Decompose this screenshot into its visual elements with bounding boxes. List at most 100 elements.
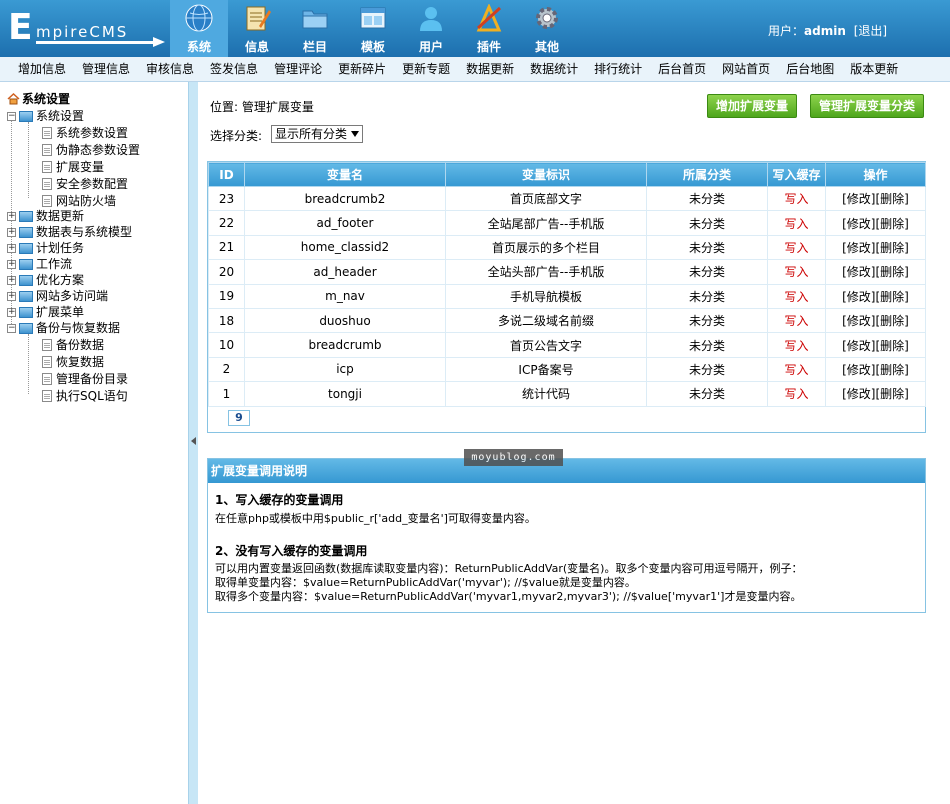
- delete-link[interactable]: [删除]: [876, 387, 909, 401]
- menu-version-update[interactable]: 版本更新: [841, 57, 905, 82]
- table-row: 22 ad_footer 全站尾部广告--手机版 未分类 写入 [修改][删除]: [208, 210, 926, 236]
- edit-link[interactable]: [修改]: [842, 192, 875, 206]
- menu-manage-comment[interactable]: 管理评论: [265, 57, 329, 82]
- menu-admin-map[interactable]: 后台地图: [777, 57, 841, 82]
- cell-name: ad_footer: [244, 210, 446, 236]
- topnav-user[interactable]: 用户: [402, 0, 460, 57]
- expand-icon[interactable]: +: [7, 307, 16, 317]
- delete-link[interactable]: [删除]: [876, 314, 909, 328]
- expand-icon[interactable]: +: [7, 275, 16, 285]
- cell-ops: [修改][删除]: [825, 307, 926, 334]
- delete-link[interactable]: [删除]: [876, 241, 909, 255]
- cell-name: duoshuo: [244, 307, 446, 334]
- edit-link[interactable]: [修改]: [842, 265, 875, 279]
- topnav-system[interactable]: 系统: [170, 0, 228, 57]
- tree-leaf-backup-data[interactable]: 备份数据: [42, 337, 104, 353]
- menu-admin-home[interactable]: 后台首页: [649, 57, 713, 82]
- tree-node-multi-access[interactable]: + 网站多访问端: [7, 288, 108, 304]
- topnav-column[interactable]: 栏目: [286, 0, 344, 57]
- tree-node-data-update[interactable]: + 数据更新: [7, 208, 84, 224]
- cell-cache: 写入: [767, 259, 826, 285]
- menu-check-info[interactable]: 审核信息: [137, 57, 201, 82]
- edit-link[interactable]: [修改]: [842, 217, 875, 231]
- tree-node-extend-menu[interactable]: + 扩展菜单: [7, 304, 84, 320]
- tree-node-tables-models[interactable]: + 数据表与系统模型: [7, 224, 132, 240]
- cell-class: 未分类: [646, 234, 768, 261]
- breadcrumb-link[interactable]: 管理扩展变量: [242, 100, 314, 114]
- col-header-name[interactable]: 变量名: [244, 162, 446, 187]
- delete-link[interactable]: [删除]: [876, 217, 909, 231]
- expand-icon[interactable]: +: [7, 291, 16, 301]
- delete-link[interactable]: [删除]: [876, 192, 909, 206]
- expand-icon[interactable]: +: [7, 227, 16, 237]
- col-header-ops: 操作: [825, 162, 926, 187]
- cell-id: 18: [208, 307, 245, 334]
- empirecms-logo[interactable]: E mpireCMS: [8, 8, 168, 50]
- tree-leaf-rewrite-params[interactable]: 伪静态参数设置: [42, 142, 140, 158]
- tree-node-backup-restore[interactable]: − 备份与恢复数据: [7, 320, 120, 336]
- menu-site-home[interactable]: 网站首页: [713, 57, 777, 82]
- cell-id: 2: [208, 356, 245, 383]
- logout-link[interactable]: [退出]: [854, 24, 887, 38]
- cell-title: 首页底部文字: [445, 185, 647, 212]
- expand-icon[interactable]: +: [7, 211, 16, 221]
- pager-page[interactable]: 9: [228, 410, 250, 426]
- tree-leaf-firewall[interactable]: 网站防火墙: [42, 193, 116, 209]
- collapse-icon[interactable]: −: [7, 111, 16, 121]
- tree-root-label: 系统设置: [22, 92, 71, 106]
- tree-leaf-execute-sql[interactable]: 执行SQL语句: [42, 388, 128, 404]
- delete-link[interactable]: [删除]: [876, 290, 909, 304]
- add-extend-var-button[interactable]: 增加扩展变量: [707, 94, 798, 118]
- tree-leaf-system-params[interactable]: 系统参数设置: [42, 125, 128, 141]
- menu-sign-info[interactable]: 签发信息: [201, 57, 265, 82]
- tree-node-system-settings[interactable]: − 系统设置: [7, 108, 84, 124]
- breadcrumb-prefix: 位置:: [210, 100, 242, 114]
- expand-icon[interactable]: +: [7, 243, 16, 253]
- chevron-down-icon: [351, 131, 359, 137]
- topnav-other[interactable]: 其他: [518, 0, 576, 57]
- table-row: 2 icp ICP备案号 未分类 写入 [修改][删除]: [208, 356, 926, 383]
- cell-class: 未分类: [646, 356, 768, 383]
- col-header-id[interactable]: ID: [208, 162, 245, 187]
- cell-ops: [修改][删除]: [825, 185, 926, 212]
- cell-cache: 写入: [767, 356, 826, 383]
- expand-icon[interactable]: +: [7, 259, 16, 269]
- class-select[interactable]: 显示所有分类: [271, 125, 363, 143]
- edit-link[interactable]: [修改]: [842, 241, 875, 255]
- edit-link[interactable]: [修改]: [842, 363, 875, 377]
- topnav-template[interactable]: 模板: [344, 0, 402, 57]
- delete-link[interactable]: [删除]: [876, 363, 909, 377]
- menu-update-fragment[interactable]: 更新碎片: [329, 57, 393, 82]
- tree-leaf-manage-backup-dir[interactable]: 管理备份目录: [42, 371, 128, 387]
- col-header-class[interactable]: 所属分类: [646, 162, 768, 187]
- tree-root[interactable]: 系统设置: [7, 91, 70, 107]
- menu-data-update[interactable]: 数据更新: [457, 57, 521, 82]
- menu-manage-info[interactable]: 管理信息: [73, 57, 137, 82]
- tree-leaf-label: 扩展变量: [56, 160, 105, 174]
- delete-link[interactable]: [删除]: [876, 265, 909, 279]
- menu-add-info[interactable]: 增加信息: [9, 57, 73, 82]
- manage-var-class-button[interactable]: 管理扩展变量分类: [810, 94, 925, 118]
- menu-update-special[interactable]: 更新专题: [393, 57, 457, 82]
- menu-data-stats[interactable]: 数据统计: [521, 57, 585, 82]
- collapse-arrow-icon[interactable]: [191, 437, 196, 445]
- tree-leaf-security-params[interactable]: 安全参数配置: [42, 176, 128, 192]
- tree-node-workflow[interactable]: + 工作流: [7, 256, 72, 272]
- edit-link[interactable]: [修改]: [842, 290, 875, 304]
- document-icon: [42, 127, 52, 139]
- edit-link[interactable]: [修改]: [842, 339, 875, 353]
- tree-leaf-extend-vars[interactable]: 扩展变量: [42, 159, 104, 175]
- tree-node-optimization[interactable]: + 优化方案: [7, 272, 84, 288]
- edit-link[interactable]: [修改]: [842, 314, 875, 328]
- tree-node-scheduled-tasks[interactable]: + 计划任务: [7, 240, 84, 256]
- menu-rank-stats[interactable]: 排行统计: [585, 57, 649, 82]
- col-header-title[interactable]: 变量标识: [445, 162, 647, 187]
- col-header-cache[interactable]: 写入缓存: [767, 162, 826, 187]
- collapse-icon[interactable]: −: [7, 323, 16, 333]
- topnav-plugin[interactable]: 插件: [460, 0, 518, 57]
- tree-leaf-restore-data[interactable]: 恢复数据: [42, 354, 104, 370]
- topnav-info[interactable]: 信息: [228, 0, 286, 57]
- delete-link[interactable]: [删除]: [876, 339, 909, 353]
- edit-link[interactable]: [修改]: [842, 387, 875, 401]
- sidebar-splitter[interactable]: [188, 82, 198, 804]
